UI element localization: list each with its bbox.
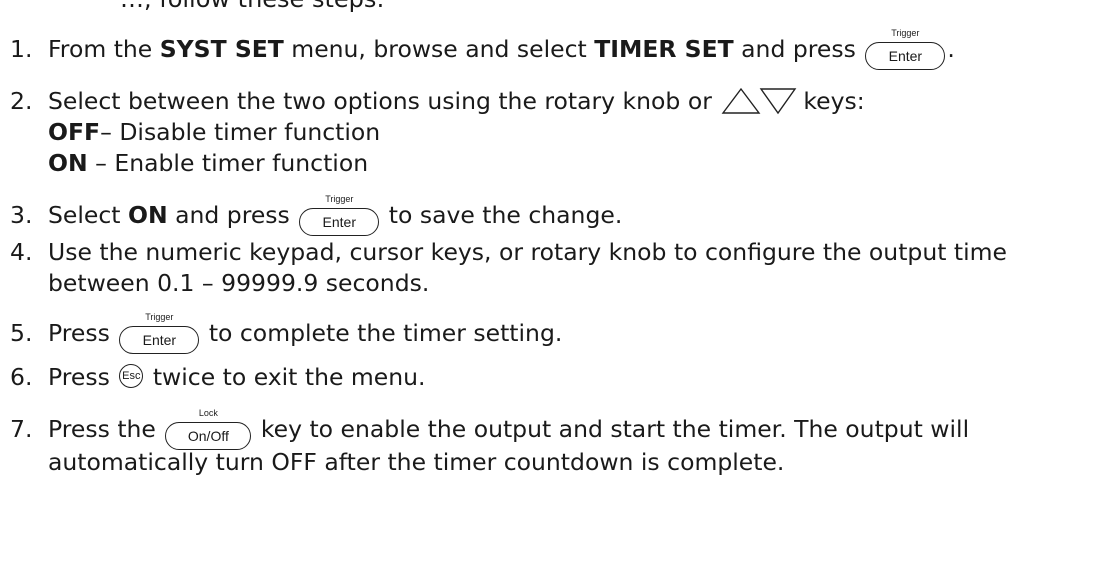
- step-number: 3.: [10, 201, 33, 229]
- step-number: 2.: [10, 87, 33, 115]
- key-label: On/Off: [187, 428, 229, 444]
- menu-name: SYST SET: [159, 35, 284, 63]
- step-text: Press: [48, 363, 110, 391]
- step-text: key to enable the output and start the t…: [260, 415, 970, 443]
- key-label: Esc: [122, 370, 141, 382]
- step-text: to save the change.: [388, 201, 623, 229]
- key-caption: Trigger: [891, 28, 920, 38]
- step-text: and press: [167, 201, 290, 229]
- dash: –: [87, 149, 107, 177]
- step-text: automatically turn OFF after the timer c…: [48, 448, 785, 476]
- esc-key-icon: Esc: [119, 364, 144, 388]
- step-number: 5.: [10, 319, 33, 347]
- enter-key-icon: Trigger Enter: [299, 194, 380, 236]
- step-text: Use the numeric keypad, cursor keys, or …: [48, 238, 1007, 266]
- step-number: 1.: [10, 35, 33, 63]
- menu-item-name: TIMER SET: [594, 35, 734, 63]
- enter-key-icon: Trigger Enter: [119, 312, 200, 354]
- step-text: From the: [48, 35, 160, 63]
- step-number: 4.: [10, 238, 33, 266]
- on-off-key-icon: Lock On/Off: [165, 408, 252, 450]
- step-text: keys:: [803, 87, 865, 115]
- key-caption: Trigger: [325, 194, 354, 204]
- key-caption: Trigger: [145, 312, 174, 322]
- key-label: Enter: [142, 332, 177, 348]
- step-text: between 0.1 – 99999.9 seconds.: [48, 269, 430, 297]
- step-text: Select: [48, 201, 128, 229]
- period: .: [947, 35, 955, 63]
- option-name: ON: [48, 149, 88, 177]
- dash: –: [100, 118, 112, 146]
- step-text: menu, browse and select: [283, 35, 595, 63]
- step-text: Press the: [48, 415, 156, 443]
- clipped-header-text: …, follow these steps:: [120, 0, 384, 13]
- step-text: Press: [48, 319, 110, 347]
- up-down-arrow-keys-icon: [721, 87, 797, 115]
- enter-key-icon: Trigger Enter: [865, 28, 946, 70]
- option-name: ON: [127, 201, 168, 229]
- step-number: 6.: [10, 363, 33, 391]
- key-caption: Lock: [198, 408, 218, 418]
- option-description: Disable timer function: [111, 118, 381, 146]
- option-name: OFF: [48, 118, 101, 146]
- key-label: Enter: [322, 214, 357, 230]
- step-text: Select between the two options using the…: [48, 87, 712, 115]
- step-text: twice to exit the menu.: [152, 363, 426, 391]
- option-description: Enable timer function: [106, 149, 369, 177]
- key-label: Enter: [888, 48, 923, 64]
- step-text: to complete the timer setting.: [208, 319, 563, 347]
- step-number: 7.: [10, 415, 33, 443]
- step-text: and press: [733, 35, 856, 63]
